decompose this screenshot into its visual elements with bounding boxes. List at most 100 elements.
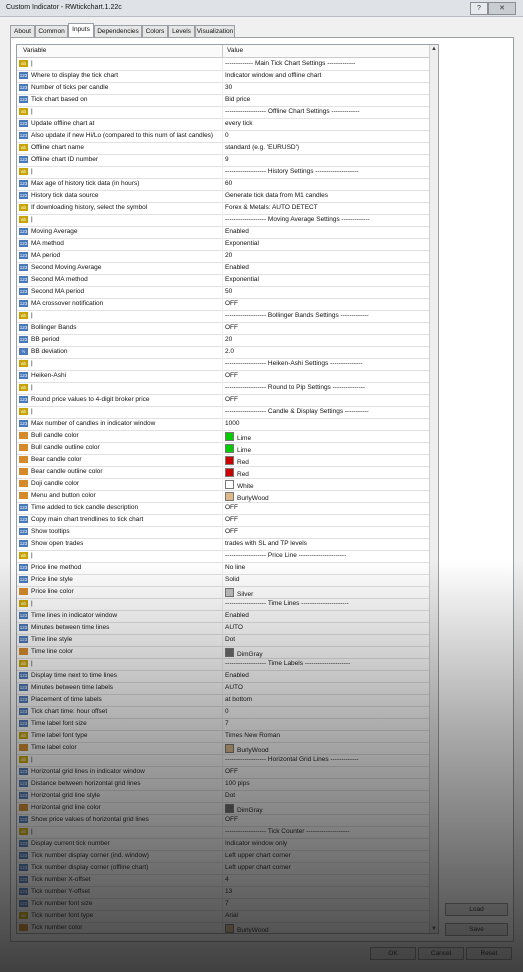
- variable-value[interactable]: 0: [225, 708, 425, 715]
- variable-value[interactable]: 100 pips: [225, 780, 425, 787]
- variable-value[interactable]: at bottom: [225, 696, 425, 703]
- variable-value[interactable]: ------------------- History Settings ---…: [225, 168, 425, 175]
- variable-value[interactable]: ------------------- Bollinger Bands Sett…: [225, 312, 425, 319]
- variable-value[interactable]: 20: [225, 252, 425, 259]
- variable-value[interactable]: Exponential: [225, 276, 425, 283]
- variable-value[interactable]: Left upper chart corner: [225, 864, 425, 871]
- variable-value[interactable]: 4: [225, 876, 425, 883]
- variable-value[interactable]: Forex & Metals: AUTO DETECT: [225, 204, 425, 211]
- vertical-scrollbar[interactable]: ▲ ▼: [429, 45, 438, 933]
- variable-value[interactable]: ------------------- Moving Average Setti…: [225, 216, 425, 223]
- variable-value[interactable]: Indicator window only: [225, 840, 425, 847]
- variable-value[interactable]: ------------------- Heiken-Ashi Settings…: [225, 360, 425, 367]
- variable-value[interactable]: Enabled: [225, 672, 425, 679]
- variable-value[interactable]: 0: [225, 132, 425, 139]
- variable-value[interactable]: Enabled: [225, 264, 425, 271]
- variable-value[interactable]: ------------- Main Tick Chart Settings -…: [225, 60, 425, 67]
- tab-common[interactable]: Common: [35, 25, 68, 37]
- variable-value[interactable]: 7: [225, 900, 425, 907]
- variable-value[interactable]: 30: [225, 84, 425, 91]
- variable-value[interactable]: ------------------- Time Labels --------…: [225, 660, 425, 667]
- variable-value[interactable]: OFF: [225, 396, 425, 403]
- variable-value[interactable]: OFF: [225, 516, 425, 523]
- input-row[interactable]: Tick number color BurlyWood: [17, 922, 429, 933]
- variable-value[interactable]: OFF: [225, 324, 425, 331]
- variable-value[interactable]: 9: [225, 156, 425, 163]
- variable-value[interactable]: No line: [225, 564, 425, 571]
- variable-value[interactable]: Solid: [225, 576, 425, 583]
- tab-about[interactable]: About: [10, 25, 35, 37]
- variable-value[interactable]: ------------------- Time Lines ---------…: [225, 600, 425, 607]
- tab-levels[interactable]: Levels: [168, 25, 195, 37]
- variable-value[interactable]: Left upper chart corner: [225, 852, 425, 859]
- variable-value[interactable]: OFF: [225, 816, 425, 823]
- variable-value[interactable]: Exponential: [225, 240, 425, 247]
- variable-value[interactable]: 60: [225, 180, 425, 187]
- tab-visualization[interactable]: Visualization: [195, 25, 235, 37]
- variable-value[interactable]: Lime: [225, 444, 425, 454]
- close-button[interactable]: ✕: [488, 2, 516, 15]
- number-type-icon: 123: [19, 792, 28, 799]
- variable-value[interactable]: Arial: [225, 912, 425, 919]
- tab-colors[interactable]: Colors: [142, 25, 168, 37]
- variable-value[interactable]: OFF: [225, 372, 425, 379]
- variable-value[interactable]: 2.0: [225, 348, 425, 355]
- variable-value[interactable]: 7: [225, 720, 425, 727]
- variable-value[interactable]: DimGray: [225, 648, 425, 658]
- save-button[interactable]: Save: [445, 923, 508, 936]
- variable-value[interactable]: ------------------- Candle & Display Set…: [225, 408, 425, 415]
- variable-value[interactable]: BurlyWood: [225, 492, 425, 502]
- variable-value[interactable]: every tick: [225, 120, 425, 127]
- variable-value[interactable]: Enabled: [225, 612, 425, 619]
- variable-value[interactable]: Dot: [225, 636, 425, 643]
- help-button[interactable]: ?: [470, 2, 488, 15]
- variable-value[interactable]: BurlyWood: [225, 924, 425, 933]
- variable-value[interactable]: OFF: [225, 768, 425, 775]
- variable-name: Tick number font type: [31, 912, 94, 919]
- variable-value[interactable]: ------------------- Price Line ---------…: [225, 552, 425, 559]
- variable-value[interactable]: Indicator window and offline chart: [225, 72, 425, 79]
- variable-value[interactable]: 50: [225, 288, 425, 295]
- load-button[interactable]: Load: [445, 903, 508, 916]
- variable-value[interactable]: Red: [225, 456, 425, 466]
- column-value[interactable]: Value: [227, 47, 243, 54]
- variable-name: Bull candle color: [31, 432, 79, 439]
- variable-value[interactable]: White: [225, 480, 425, 490]
- variable-value[interactable]: 1000: [225, 420, 425, 427]
- variable-value[interactable]: AUTO: [225, 684, 425, 691]
- tab-inputs[interactable]: Inputs: [68, 23, 94, 37]
- variable-value[interactable]: DimGray: [225, 804, 425, 814]
- variable-value[interactable]: Lime: [225, 432, 425, 442]
- variable-value[interactable]: ------------------- Offline Chart Settin…: [225, 108, 425, 115]
- reset-button[interactable]: Reset: [466, 947, 512, 960]
- variable-value[interactable]: Silver: [225, 588, 425, 598]
- variable-value[interactable]: 20: [225, 336, 425, 343]
- variable-value[interactable]: Red: [225, 468, 425, 478]
- ok-button[interactable]: OK: [370, 947, 416, 960]
- cancel-button[interactable]: Cancel: [418, 947, 464, 960]
- variable-value[interactable]: ------------------- Horizontal Grid Line…: [225, 756, 425, 763]
- variable-value[interactable]: Enabled: [225, 228, 425, 235]
- variable-name: Time label font type: [31, 732, 88, 739]
- variable-value[interactable]: OFF: [225, 504, 425, 511]
- variable-value[interactable]: AUTO: [225, 624, 425, 631]
- variable-value[interactable]: standard (e.g. 'EURUSD'): [225, 144, 425, 151]
- scroll-up-icon[interactable]: ▲: [431, 46, 437, 52]
- variable-value[interactable]: ------------------- Tick Counter -------…: [225, 828, 425, 835]
- variable-name: Horizontal grid line style: [31, 792, 101, 799]
- column-variable[interactable]: Variable: [23, 47, 46, 54]
- variable-value[interactable]: Dot: [225, 792, 425, 799]
- variable-value[interactable]: OFF: [225, 528, 425, 535]
- tab-dependencies[interactable]: Dependencies: [94, 25, 142, 37]
- scroll-down-icon[interactable]: ▼: [431, 926, 437, 932]
- variable-value[interactable]: BurlyWood: [225, 744, 425, 754]
- number-type-icon: 123: [19, 876, 28, 883]
- variable-value[interactable]: Times New Roman: [225, 732, 425, 739]
- variable-value[interactable]: ------------------- Round to Pip Setting…: [225, 384, 425, 391]
- variable-value[interactable]: trades with SL and TP levels: [225, 540, 425, 547]
- variable-value[interactable]: 13: [225, 888, 425, 895]
- variable-value[interactable]: OFF: [225, 300, 425, 307]
- variable-value[interactable]: Generate tick data from M1 candles: [225, 192, 425, 199]
- variable-value[interactable]: Bid price: [225, 96, 425, 103]
- variable-name: Time label font size: [31, 720, 87, 727]
